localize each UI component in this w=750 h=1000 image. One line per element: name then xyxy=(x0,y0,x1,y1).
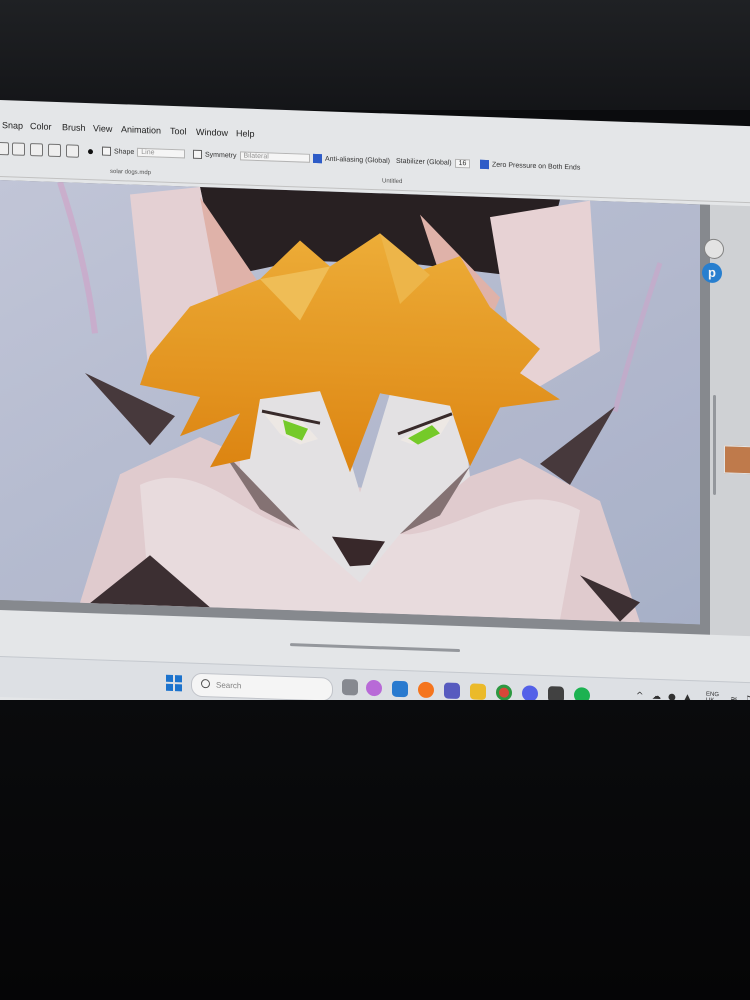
search-icon xyxy=(201,679,210,689)
tool-icon-5[interactable] xyxy=(66,144,79,158)
canvas-area[interactable] xyxy=(0,180,710,635)
antialias-option[interactable]: Anti-aliasing (Global) xyxy=(313,153,390,166)
tool-icon-1[interactable] xyxy=(0,141,9,156)
menu-animation[interactable]: Animation xyxy=(121,124,161,135)
search-placeholder: Search xyxy=(216,680,242,691)
stabilizer-option[interactable]: Stabilizer (Global) 16 xyxy=(396,157,471,169)
copilot-icon[interactable] xyxy=(366,679,382,697)
teams-icon[interactable] xyxy=(444,682,460,700)
screen: Snap Color Brush View Animation Tool Win… xyxy=(0,100,750,727)
symmetry-option[interactable]: Symmetry Bilateral xyxy=(193,149,310,164)
symmetry-checkbox[interactable] xyxy=(193,149,202,160)
tool-icon-3[interactable] xyxy=(30,143,43,157)
shape-label: Shape xyxy=(114,148,135,157)
menu-color[interactable]: Color xyxy=(30,121,52,132)
artwork-canvas[interactable] xyxy=(0,180,700,625)
file-explorer-icon[interactable] xyxy=(470,683,486,700)
zero-pressure-label: Zero Pressure on Both Ends xyxy=(492,161,581,172)
keyboard-row xyxy=(20,820,740,840)
menu-help[interactable]: Help xyxy=(236,128,255,139)
tab-untitled[interactable]: Untitled xyxy=(382,178,402,185)
symmetry-label: Symmetry xyxy=(205,151,237,160)
tool-icon-4[interactable] xyxy=(48,143,61,158)
symmetry-dropdown[interactable]: Bilateral xyxy=(239,151,310,164)
widgets-icon[interactable] xyxy=(392,680,408,698)
menu-brush[interactable]: Brush xyxy=(62,122,86,133)
firefox-icon[interactable] xyxy=(418,681,434,699)
shape-option[interactable]: Shape Line xyxy=(102,146,186,159)
chrome-icon[interactable] xyxy=(496,684,512,701)
menu-view[interactable]: View xyxy=(93,123,112,134)
task-view-icon[interactable] xyxy=(342,678,358,696)
tool-icon-2[interactable] xyxy=(12,142,25,156)
taskbar-search[interactable]: Search xyxy=(191,672,333,702)
zero-pressure-checkbox[interactable] xyxy=(480,159,489,170)
reference-thumbnail[interactable] xyxy=(724,445,750,475)
keyboard xyxy=(0,700,750,1000)
menu-window[interactable]: Window xyxy=(196,127,228,138)
pinterest-badge-icon[interactable]: p xyxy=(702,262,722,284)
vertical-scrollbar[interactable] xyxy=(713,394,716,496)
tab-solar-dogs[interactable]: solar dogs.mdp xyxy=(110,169,151,176)
shape-checkbox[interactable] xyxy=(102,146,111,156)
shape-dropdown[interactable]: Line xyxy=(137,148,186,159)
horizontal-scrollbar[interactable] xyxy=(290,643,460,653)
windows-start-icon[interactable] xyxy=(166,674,182,692)
antialias-checkbox[interactable] xyxy=(313,153,322,164)
menu-snap[interactable]: Snap xyxy=(2,120,23,131)
antialias-label: Anti-aliasing (Global) xyxy=(325,155,390,165)
avatar-icon[interactable] xyxy=(704,238,724,260)
monitor-bezel xyxy=(0,0,750,110)
brush-dot-icon[interactable] xyxy=(88,149,93,155)
stabilizer-dropdown[interactable]: 16 xyxy=(454,158,471,169)
menu-tool[interactable]: Tool xyxy=(170,126,187,137)
zero-pressure-option[interactable]: Zero Pressure on Both Ends xyxy=(480,159,581,173)
stabilizer-label: Stabilizer (Global) xyxy=(396,157,452,167)
